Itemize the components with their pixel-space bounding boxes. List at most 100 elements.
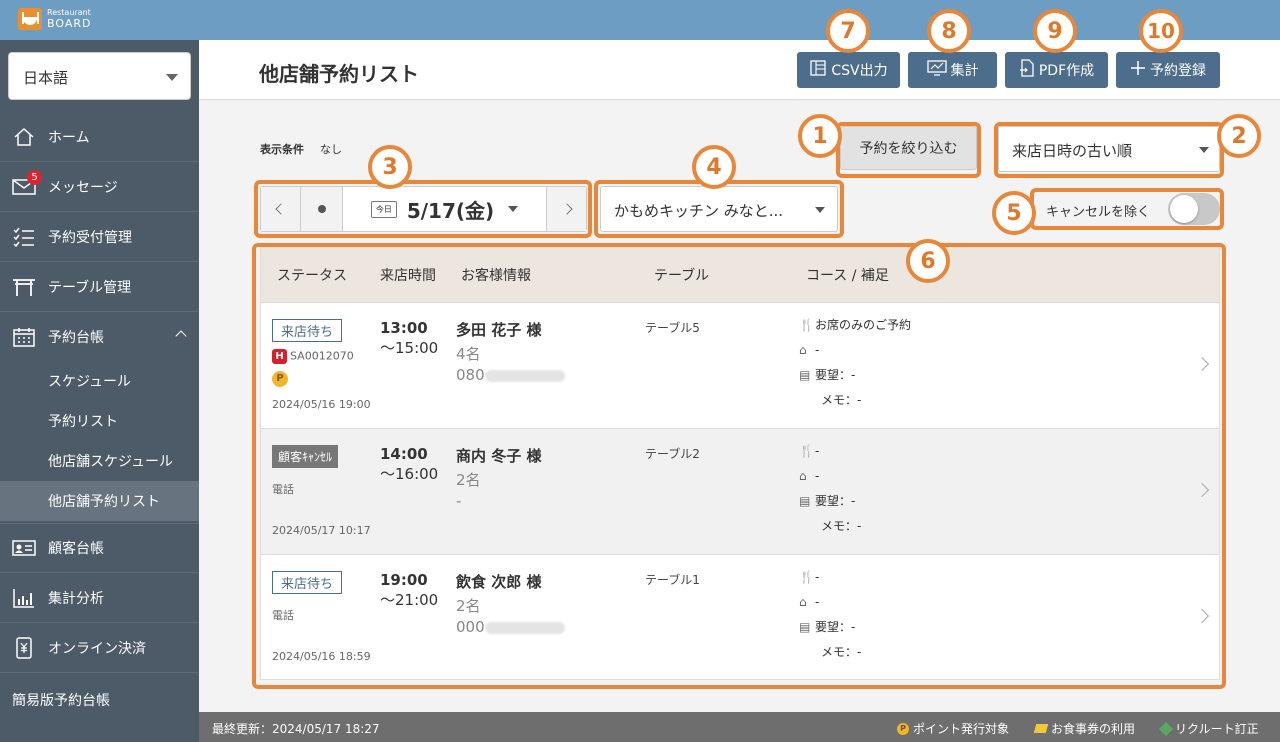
sidebar-item-online-payment[interactable]: オンライン決済 [0, 623, 199, 673]
app-logo[interactable]: Restaurant BOARD [18, 8, 91, 30]
today-button[interactable] [301, 187, 343, 231]
sidebar-item-reservation-ledger[interactable]: 予約台帳 [0, 312, 199, 362]
store-select[interactable]: かもめキッチン みなと... [600, 186, 838, 232]
date-picker[interactable]: 今日 5/17(金) [343, 187, 546, 231]
channel: 電話 [272, 483, 294, 496]
sidebar-item-analytics[interactable]: 集計分析 [0, 573, 199, 623]
annotation-marker: 7 [826, 9, 870, 53]
monitor-chart-icon [926, 60, 947, 80]
today-chip: 今日 [370, 200, 397, 218]
legend-recruit-label: リクルート訂正 [1175, 722, 1259, 736]
sidebar-item-home[interactable]: ホーム [0, 112, 199, 162]
table-row[interactable]: 来店待ち 電話 2024/05/16 18:59 19:00 〜21:00 飲食… [261, 554, 1219, 679]
language-value: 日本語 [23, 69, 69, 87]
home-icon [11, 126, 37, 148]
condition-value: なし [320, 143, 342, 156]
prev-day-button[interactable] [261, 187, 301, 231]
annotation-marker: 10 [1139, 9, 1183, 53]
hotpepper-icon: H [272, 349, 287, 364]
point-icon: P [272, 371, 288, 387]
annotation-marker: 4 [692, 145, 736, 189]
party-size: 2名 [456, 597, 481, 615]
course-notes: 🍴お席のみのご予約 ⌂ - ▤ 要望：- メモ：- [799, 313, 911, 413]
summary-label: 集計 [950, 63, 979, 79]
sidebar-item-customer-ledger[interactable]: 顧客台帳 [0, 523, 199, 573]
clipboard-icon: ▤ [799, 494, 811, 508]
csv-export-label: CSV出力 [831, 63, 888, 79]
sidebar-subitem-label: 他店舗スケジュール [48, 454, 174, 470]
restaurant-logo-icon [18, 8, 42, 30]
condition-label: 表示条件 [260, 143, 304, 156]
dot-icon [317, 205, 326, 213]
tag-icon: ⌂ [799, 595, 807, 609]
request-value: 要望：- [815, 368, 856, 382]
csv-file-icon [809, 59, 827, 81]
start-time: 13:00 [380, 319, 428, 337]
chevron-down-icon [815, 207, 825, 213]
party-size: 2名 [456, 471, 481, 489]
add-reservation-button[interactable]: 予約登録 [1116, 52, 1220, 88]
language-select[interactable]: 日本語 [8, 52, 191, 100]
table-name: テーブル1 [645, 573, 700, 587]
chevron-down-icon [166, 74, 178, 81]
phone-number: - [456, 492, 462, 510]
logo-line2: BOARD [47, 17, 92, 30]
point-icon: P [897, 722, 909, 735]
status-footer: 最終更新：2024/05/17 18:27 P ポイント発行対象 お食事券の利用… [199, 712, 1280, 742]
column-header: お客様情報 [461, 268, 531, 284]
sidebar-item-label: 顧客台帳 [48, 541, 104, 557]
sidebar-item-label: 予約台帳 [48, 330, 104, 346]
table-row[interactable]: 来店待ち H SA0012070 P 2024/05/16 19:00 13:00… [261, 302, 1219, 428]
sidebar-subitem-label: 他店舗予約リスト [48, 494, 160, 510]
sort-order-select[interactable]: 来店日時の古い順 [998, 126, 1220, 172]
course-notes: 🍴- ⌂ - ▤ 要望：- メモ：- [799, 565, 861, 665]
request-value: 要望：- [815, 620, 856, 634]
visit-time: 14:00 〜16:00 [380, 445, 438, 484]
visit-time: 13:00 〜15:00 [380, 319, 438, 358]
end-time: 〜21:00 [380, 591, 439, 609]
sidebar-item-messages[interactable]: 5 メッセージ [0, 162, 199, 212]
chevron-left-icon [274, 203, 287, 215]
sidebar-item-reservation-intake[interactable]: 予約受付管理 [0, 212, 199, 262]
pdf-create-button[interactable]: PDF作成 [1005, 52, 1108, 88]
tag-icon: ⌂ [799, 469, 807, 483]
sidebar-subitem-schedule[interactable]: スケジュール [0, 361, 199, 401]
chevron-down-icon [508, 206, 519, 212]
exclude-cancel-toggle[interactable] [1168, 193, 1220, 225]
end-time: 〜15:00 [380, 339, 439, 357]
status-badge: 来店待ち [272, 571, 343, 594]
yen-phone-icon [11, 636, 37, 659]
next-day-button[interactable] [546, 187, 586, 231]
fork-knife-icon: 🍴 [799, 444, 814, 458]
table-row[interactable]: 顧客ｷｬﾝｾﾙ 電話 2024/05/17 10:17 14:00 〜16:00… [261, 428, 1219, 554]
guest-name: 商内 冬子 様 [456, 447, 542, 465]
memo-value: メモ：- [821, 519, 862, 533]
sidebar-item-label: メッセージ [48, 179, 118, 196]
guest-info: 飲食 次郎 様 2名 000 [456, 571, 565, 636]
filter-reservations-button[interactable]: 予約を絞り込む [840, 126, 977, 170]
course-name: - [815, 444, 820, 458]
memo-value: メモ：- [821, 645, 862, 659]
channel: 電話 [272, 609, 294, 622]
annotation-marker: 6 [906, 239, 950, 283]
fork-knife-icon: 🍴 [799, 570, 814, 584]
table-name: テーブル5 [645, 321, 700, 335]
sidebar-subitem-reservation-list[interactable]: 予約リスト [0, 401, 199, 441]
chevron-right-icon [1194, 608, 1210, 624]
column-header: テーブル [654, 268, 710, 284]
csv-export-button[interactable]: CSV出力 [797, 52, 900, 88]
checklist-icon [11, 226, 37, 248]
sidebar-subitem-other-store-schedule[interactable]: 他店舗スケジュール [0, 441, 199, 481]
exclude-cancel-label: キャンセルを除く [1046, 205, 1151, 220]
summary-button[interactable]: 集計 [908, 52, 997, 88]
phone-number: 080 [456, 366, 565, 384]
annotation-marker: 5 [992, 191, 1036, 235]
tag-value: - [815, 595, 820, 609]
sidebar-item-simple-ledger[interactable]: 簡易版予約台帳 [12, 690, 110, 710]
annotation-marker: 8 [927, 9, 971, 53]
sidebar-subitem-other-store-reservation-list[interactable]: 他店舗予約リスト [0, 481, 199, 521]
sidebar-item-label: ホーム [48, 129, 90, 146]
sidebar-item-table-management[interactable]: テーブル管理 [0, 262, 199, 312]
legend-recruit: リクルート訂正 [1158, 720, 1259, 737]
sidebar: 日本語 ホーム 5 メッセージ 予約受付管理 テーブル管理 予約台帳 スケジュー… [0, 40, 199, 742]
